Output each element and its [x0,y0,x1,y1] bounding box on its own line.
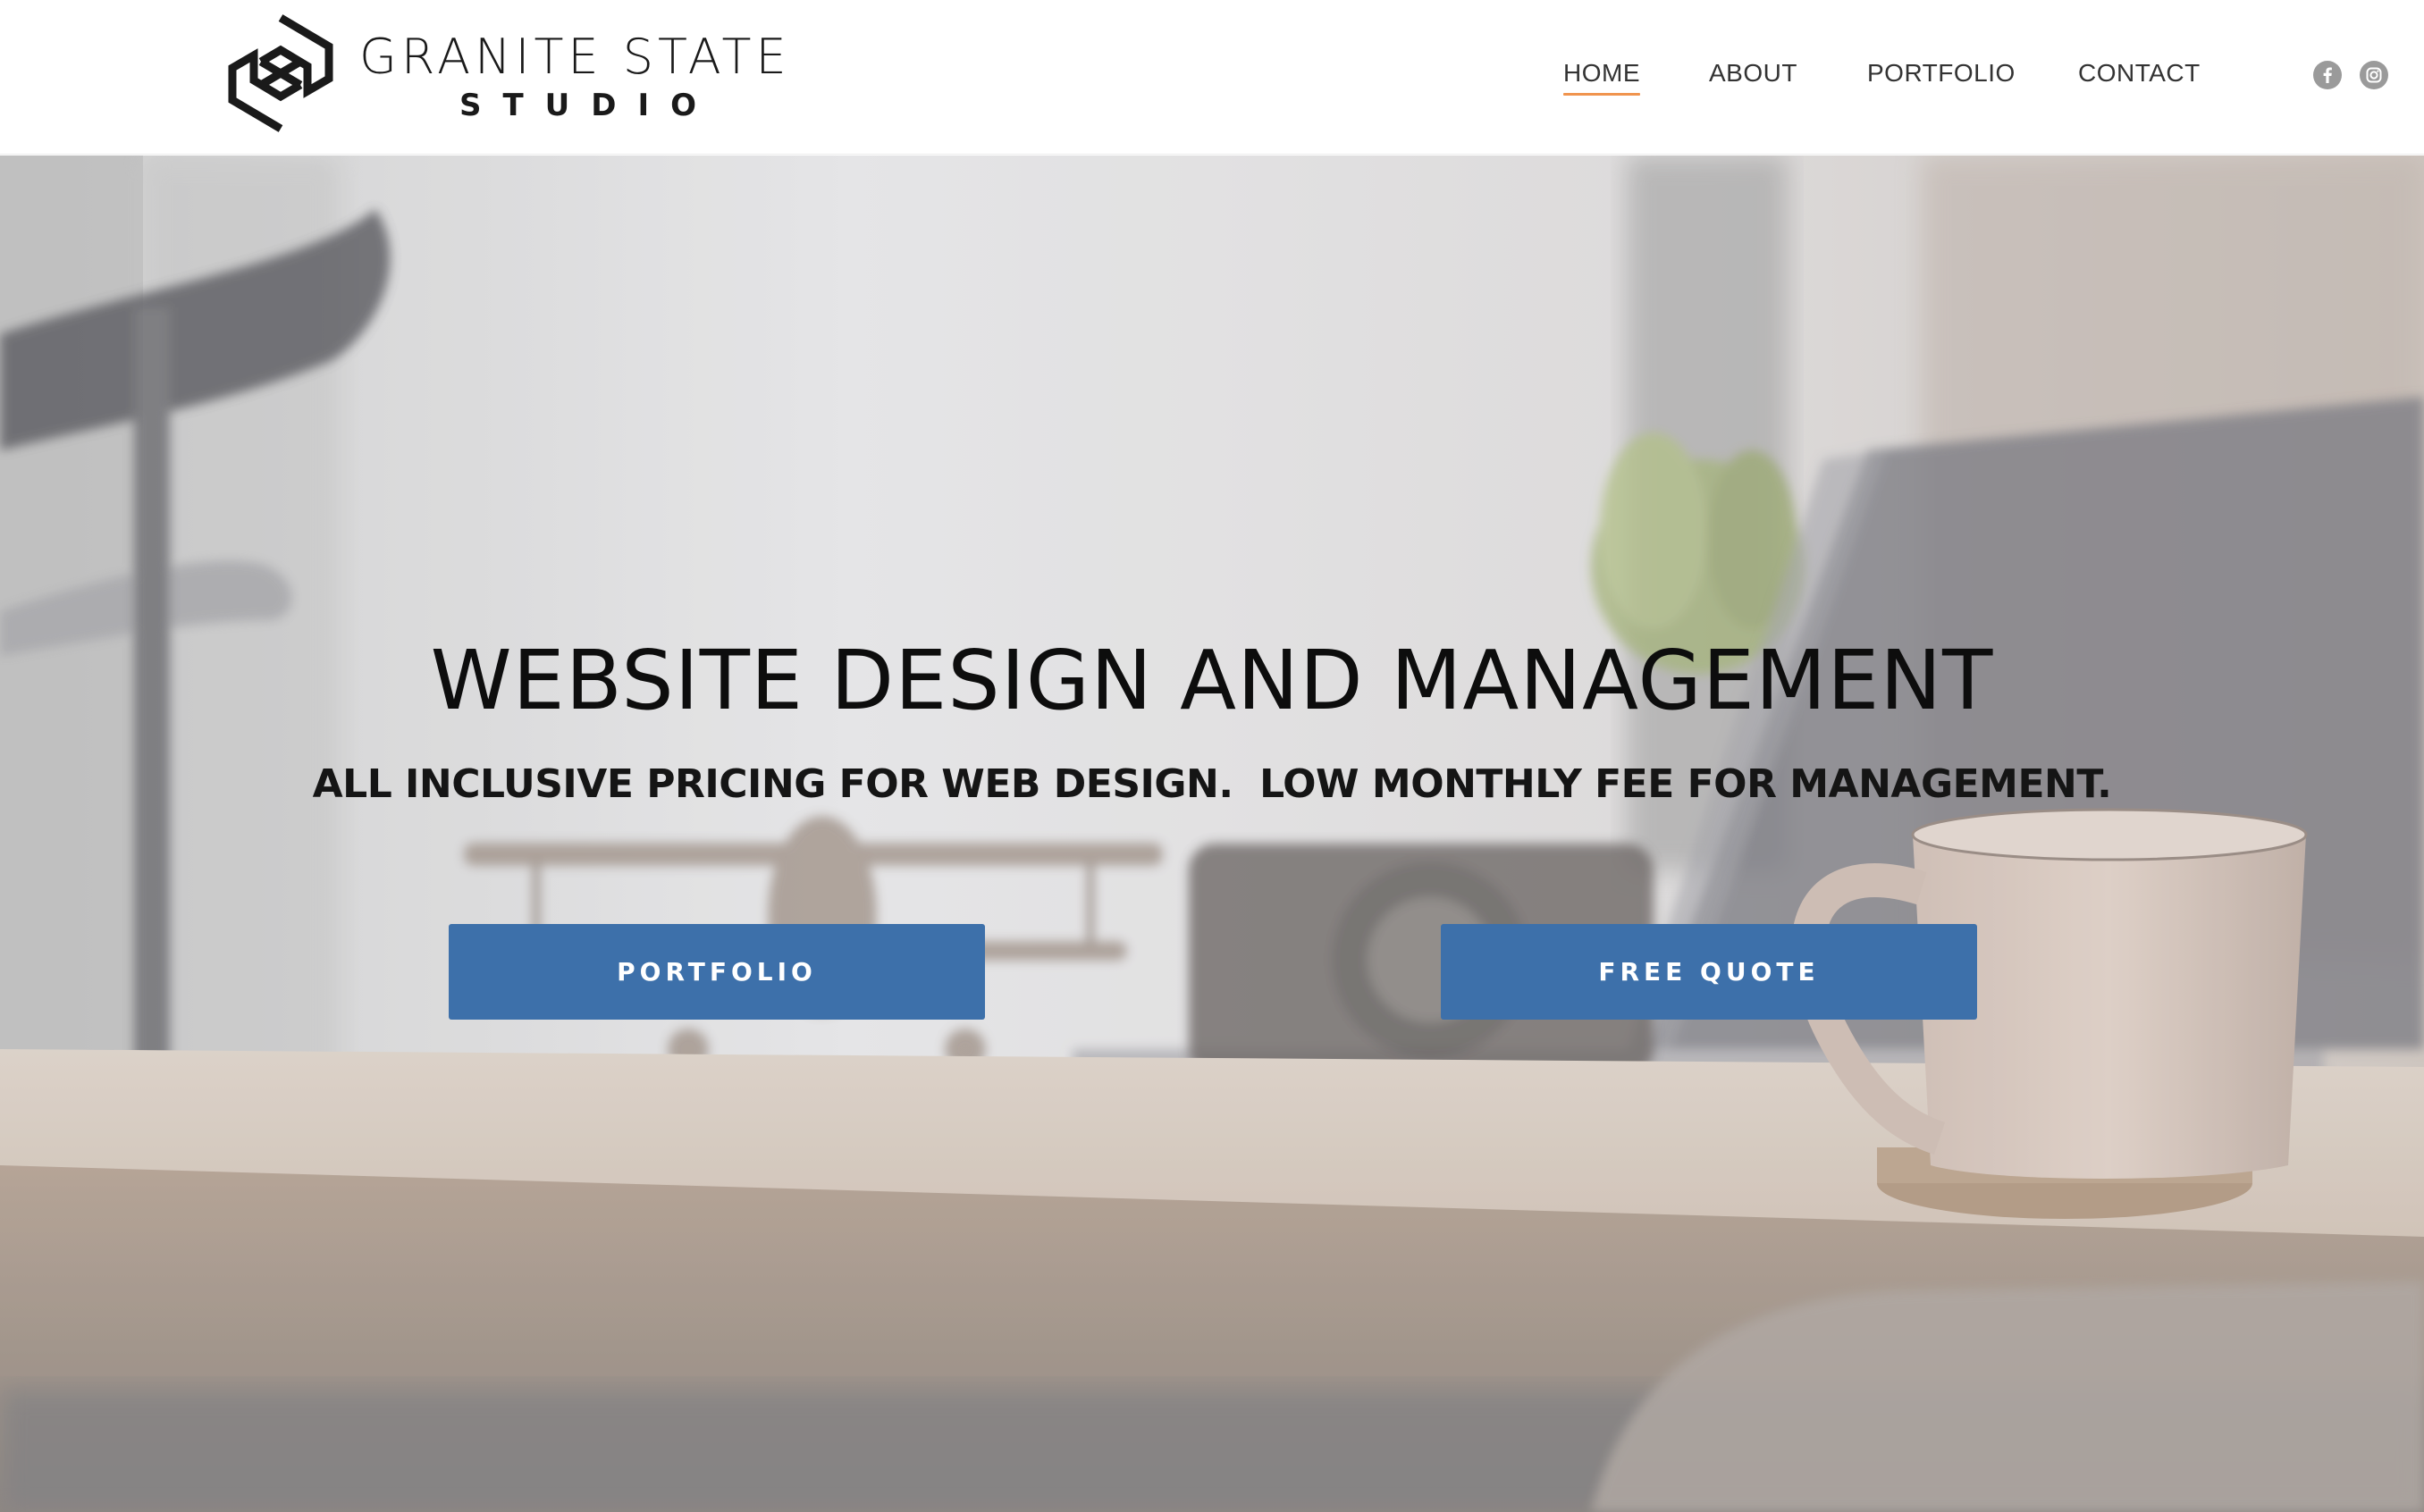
instagram-icon[interactable] [2360,61,2388,89]
facebook-icon[interactable] [2313,61,2342,89]
nav-home[interactable]: HOME [1563,59,1640,96]
hero-section: WEBSITE DESIGN AND MANAGEMENT ALL INCLUS… [0,155,2424,1512]
hero-background-image [0,155,2424,1512]
nav-portfolio[interactable]: PORTFOLIO [1867,59,2016,88]
hero-headline: WEBSITE DESIGN AND MANAGEMENT [430,633,1994,728]
nav-about[interactable]: ABOUT [1709,59,1797,88]
main-nav: HOME ABOUT PORTFOLIO CONTACT [0,59,2424,104]
free-quote-button[interactable]: FREE QUOTE [1441,924,1977,1020]
site-header: GRANITE STATE STUDIO HOME ABOUT PORTFOLI… [0,0,2424,155]
portfolio-button[interactable]: PORTFOLIO [449,924,985,1020]
nav-contact[interactable]: CONTACT [2078,59,2201,88]
hero-subheadline: ALL INCLUSIVE PRICING FOR WEB DESIGN. LO… [312,761,2112,807]
